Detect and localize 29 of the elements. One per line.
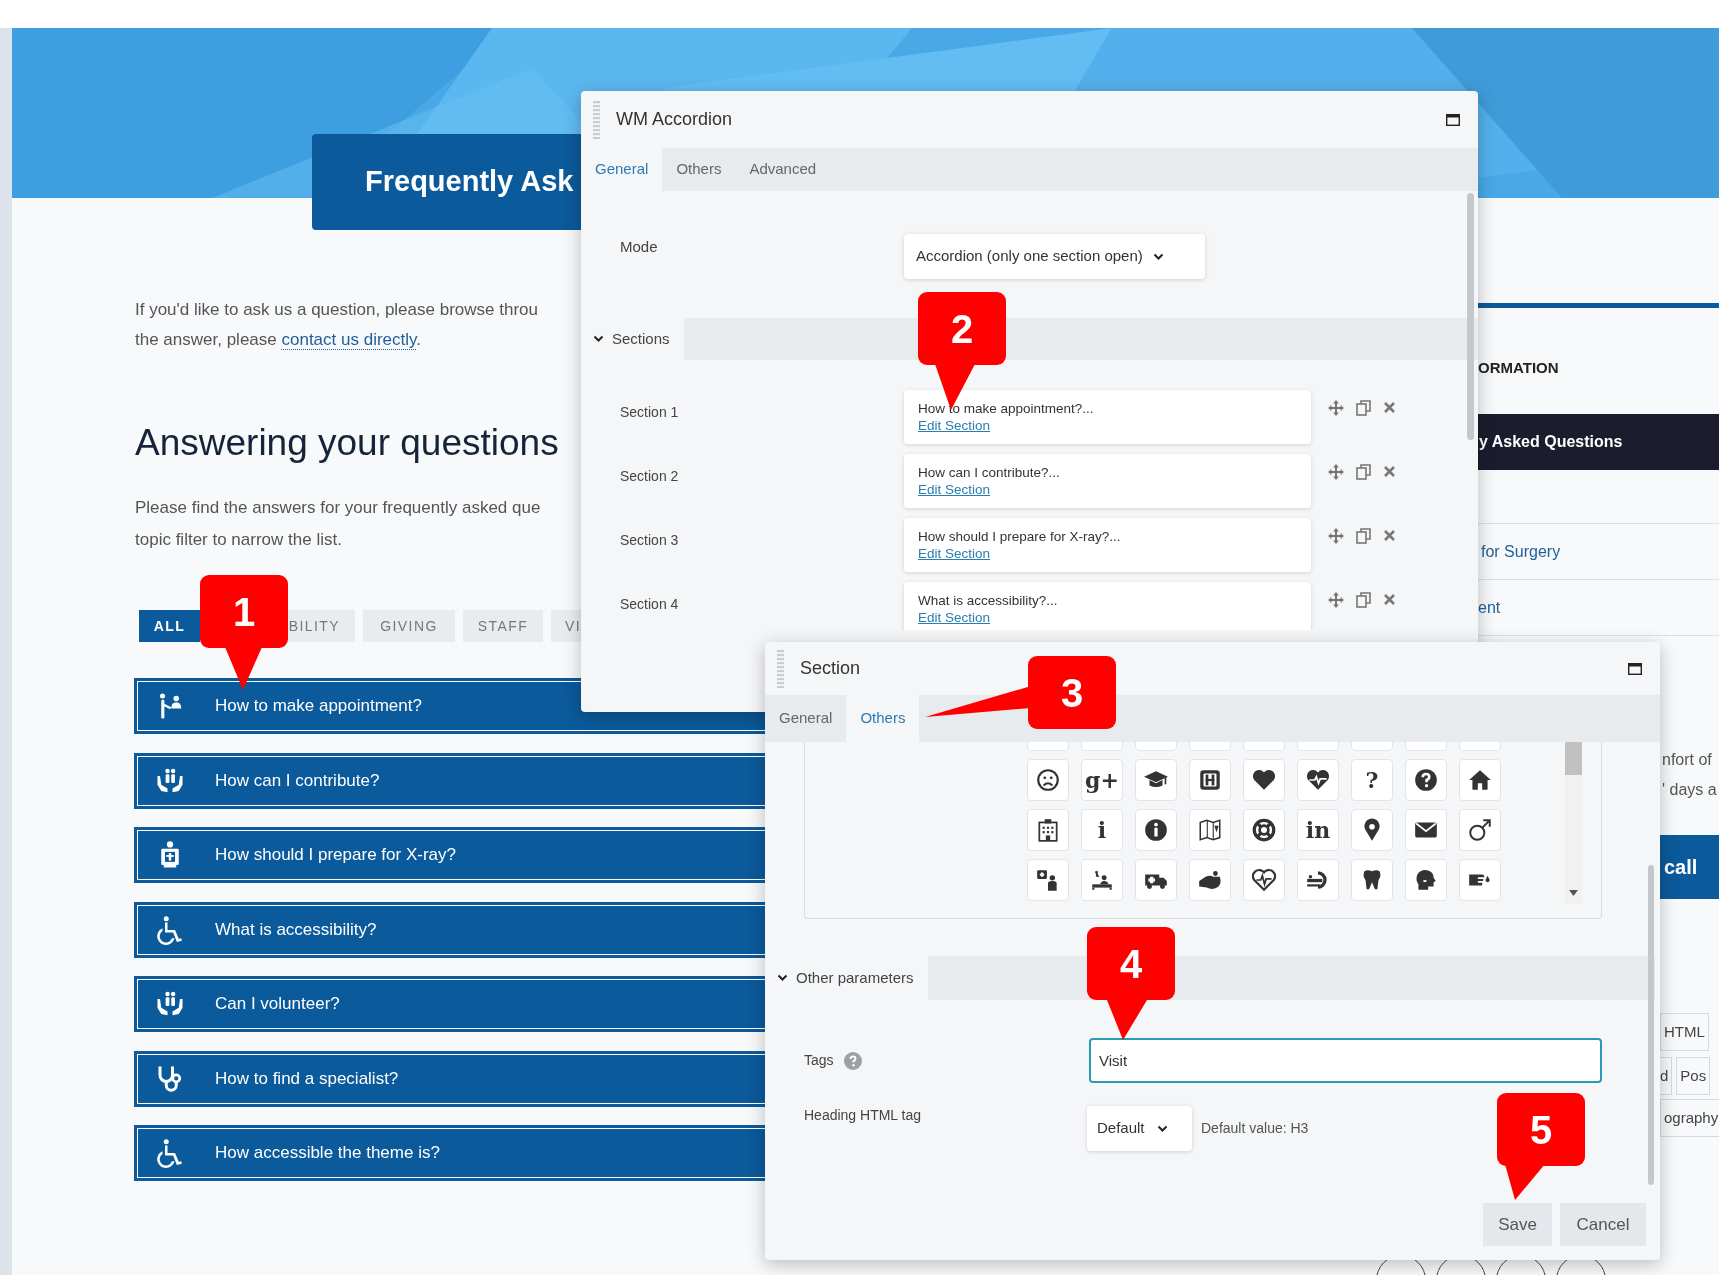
- field-label: Heading HTML tag: [803, 1106, 922, 1125]
- field-hint: Default value: H3: [1201, 1119, 1309, 1138]
- section-heading: Answering your questions: [135, 421, 559, 465]
- field-label: Tags: [804, 1051, 834, 1070]
- section-label: Section 3: [619, 531, 680, 550]
- select-value: Accordion (only one section open): [916, 246, 1143, 267]
- section-summary: What is accessibility?...: [918, 592, 1059, 609]
- page-title: Frequently Ask: [365, 164, 574, 200]
- faq-question: How to make appointment?: [215, 695, 422, 718]
- faq-question: Can I volunteer?: [215, 993, 340, 1016]
- dialog-title: Section: [800, 657, 861, 680]
- sidebar-text: nfort of ' days a: [1662, 750, 1718, 800]
- select-value: Default: [1097, 1118, 1145, 1139]
- intro-paragraph: If you'd like to ask us a question, please browse throu the answer, please contact us directly.: [135, 299, 538, 352]
- field-label: Mode: [619, 237, 659, 257]
- section-summary: How should I prepare for X-ray?...: [918, 528, 1122, 545]
- section-summary: How can I contribute?...: [918, 464, 1061, 481]
- faq-question: How can I contribute?: [215, 769, 380, 792]
- section-label: Section 4: [619, 595, 680, 614]
- section-label: Section 1: [619, 403, 680, 422]
- faq-question: How accessible the theme is?: [215, 1142, 440, 1165]
- dialog-title: WM Accordion: [616, 108, 733, 131]
- faq-question: What is accessibility?: [215, 918, 377, 941]
- faq-question: How should I prepare for X-ray?: [215, 844, 456, 867]
- group-label: Sections: [612, 328, 670, 349]
- sidebar-heading: ORMATION: [1478, 358, 1560, 377]
- description-paragraph: Please find the answers for your frequently asked que topic filter to narrow the list.: [135, 497, 541, 551]
- section-label: Section 2: [619, 467, 680, 486]
- faq-question: How to find a specialist?: [215, 1067, 399, 1090]
